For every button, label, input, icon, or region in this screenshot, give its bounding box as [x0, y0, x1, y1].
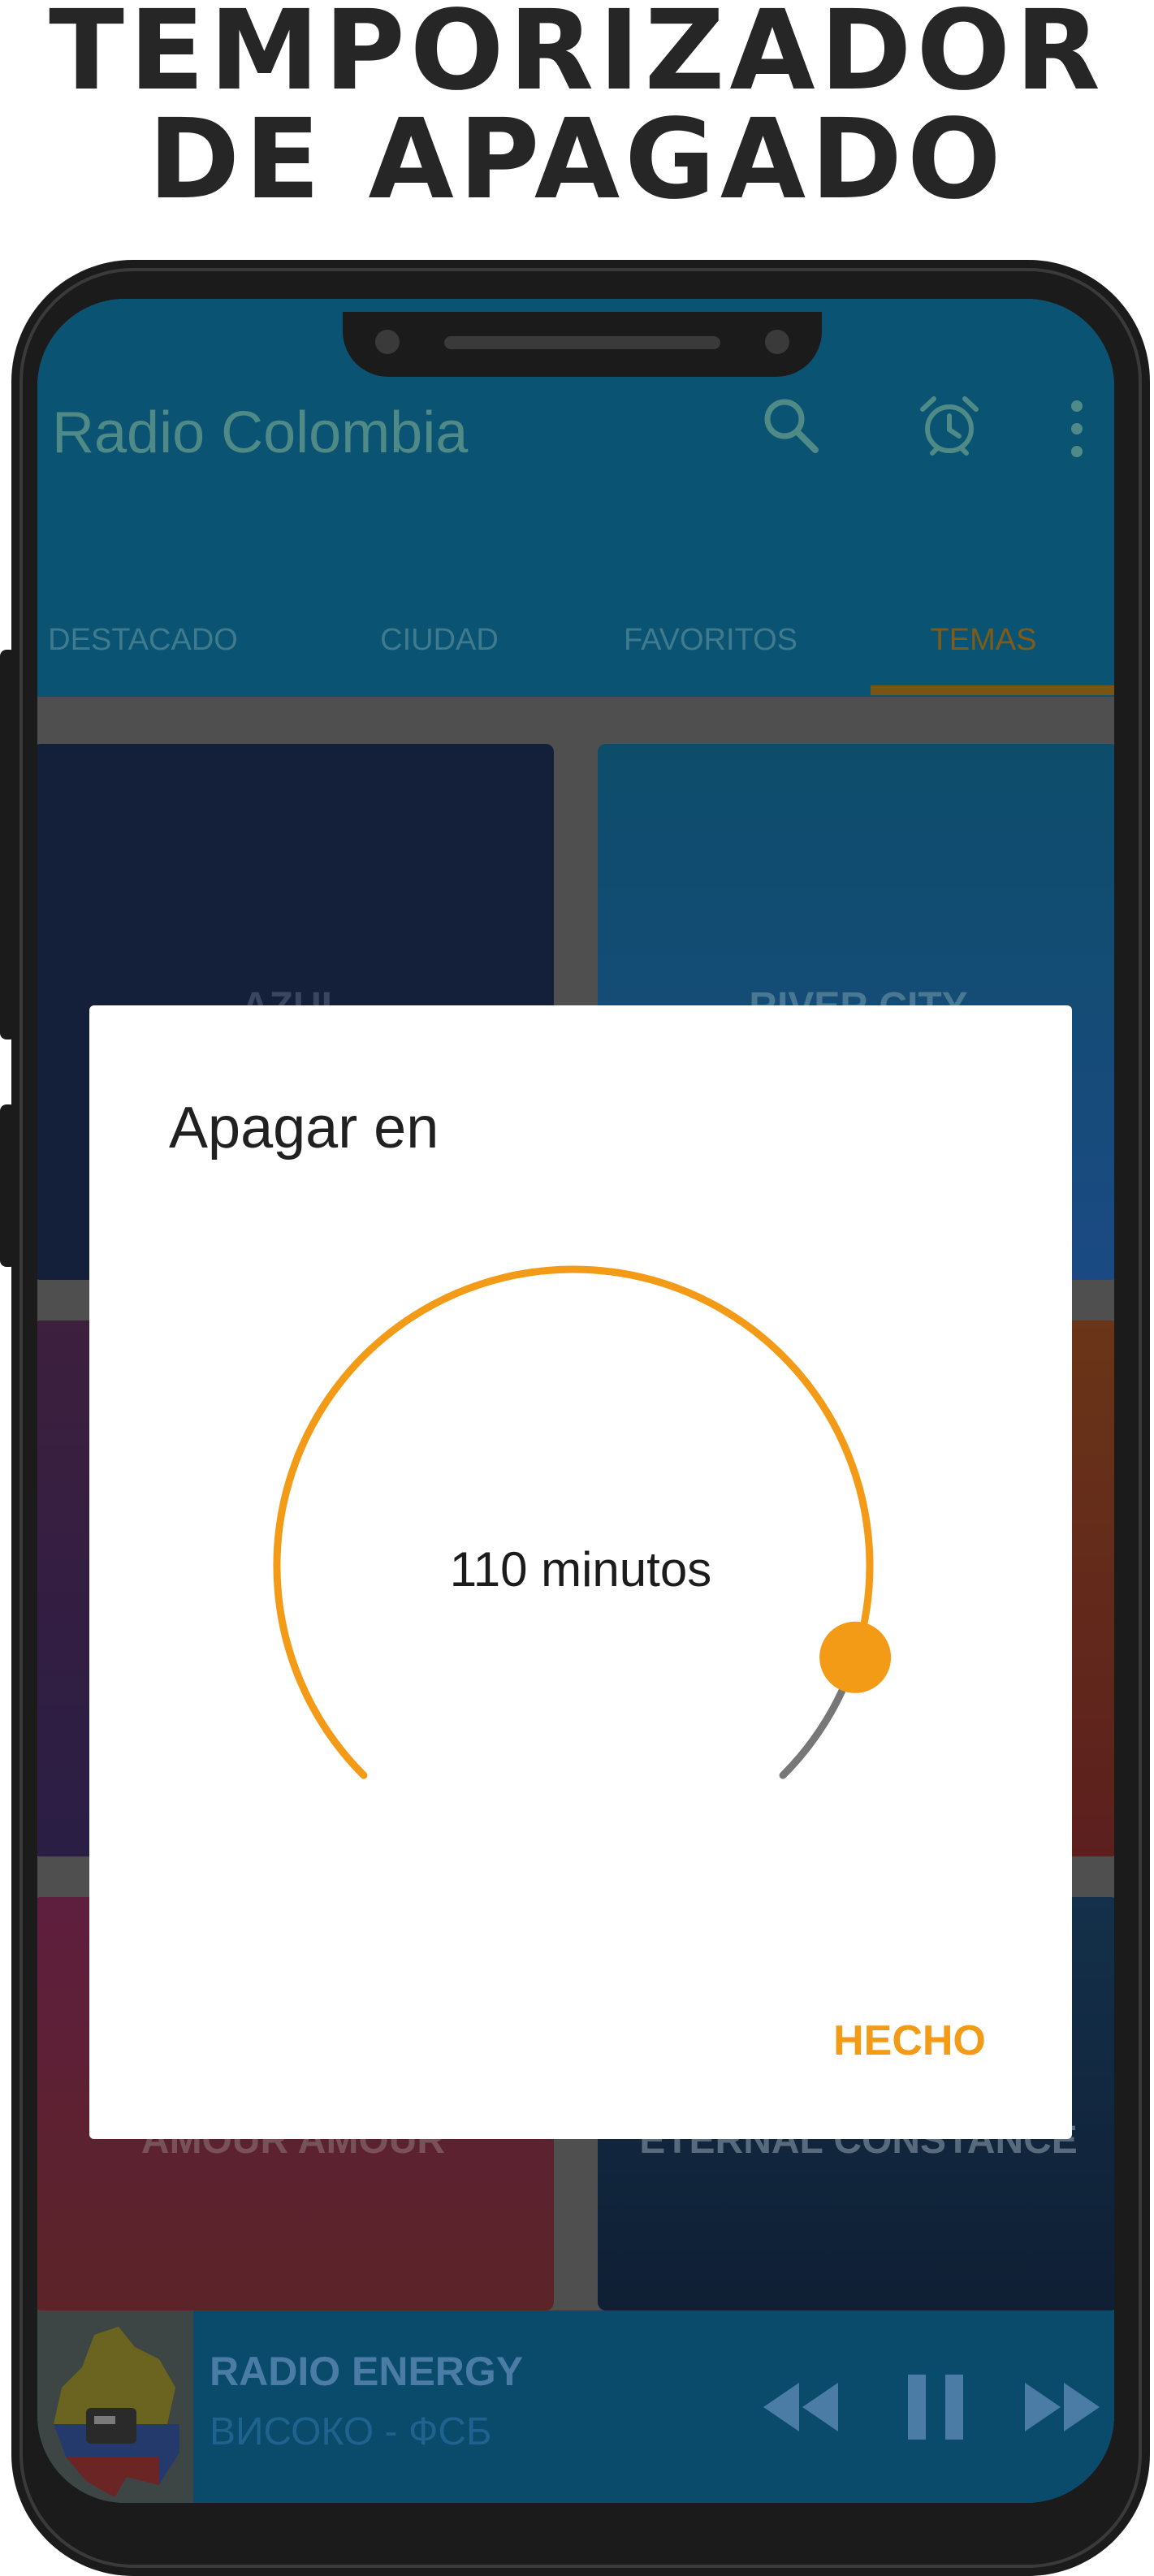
- station-subtitle: ВИСОКО - ФСБ: [210, 2410, 492, 2453]
- tab-bar: DESTACADO CIUDAD FAVORITOS TEMAS: [37, 583, 1114, 697]
- active-tab-indicator: [871, 685, 1114, 695]
- station-name: RADIO ENERGY: [210, 2349, 524, 2394]
- phone-side-button-lower: [0, 1104, 16, 1267]
- fast-forward-icon[interactable]: [1022, 2379, 1103, 2436]
- dial-thumb: [819, 1621, 892, 1693]
- more-vert-icon[interactable]: [1069, 398, 1085, 460]
- rewind-icon[interactable]: [760, 2379, 841, 2436]
- headline-line1: TEMPORIZADOR: [49, 0, 1105, 115]
- sleep-timer-dialog: Apagar en 110 minutos HECHO: [89, 1005, 1072, 2139]
- search-icon[interactable]: [760, 395, 822, 456]
- station-logo: [37, 2310, 193, 2503]
- done-button[interactable]: HECHO: [820, 2004, 999, 2077]
- front-camera: [375, 330, 400, 354]
- mini-player[interactable]: RADIO ENERGY ВИСОКО - ФСБ: [37, 2310, 1114, 2503]
- tab-ciudad[interactable]: CIUDAD: [305, 583, 573, 697]
- tab-favoritos[interactable]: FAVORITOS: [577, 583, 845, 697]
- phone-notch: [343, 312, 822, 377]
- timer-value: 110 minutos: [449, 1542, 712, 1597]
- app-title: Radio Colombia: [52, 400, 469, 465]
- dial-progress: [273, 1265, 874, 1779]
- earpiece-speaker: [444, 336, 720, 349]
- tab-destacado[interactable]: DESTACADO: [37, 583, 249, 697]
- colombia-map-icon: [54, 2327, 179, 2497]
- phone-side-button-upper: [0, 650, 16, 1039]
- front-sensor: [765, 330, 789, 354]
- pause-icon[interactable]: [905, 2372, 966, 2442]
- alarm-clock-icon[interactable]: [914, 391, 984, 461]
- tab-temas[interactable]: TEMAS: [849, 583, 1114, 697]
- headline-line2: DE APAGADO: [148, 96, 1006, 224]
